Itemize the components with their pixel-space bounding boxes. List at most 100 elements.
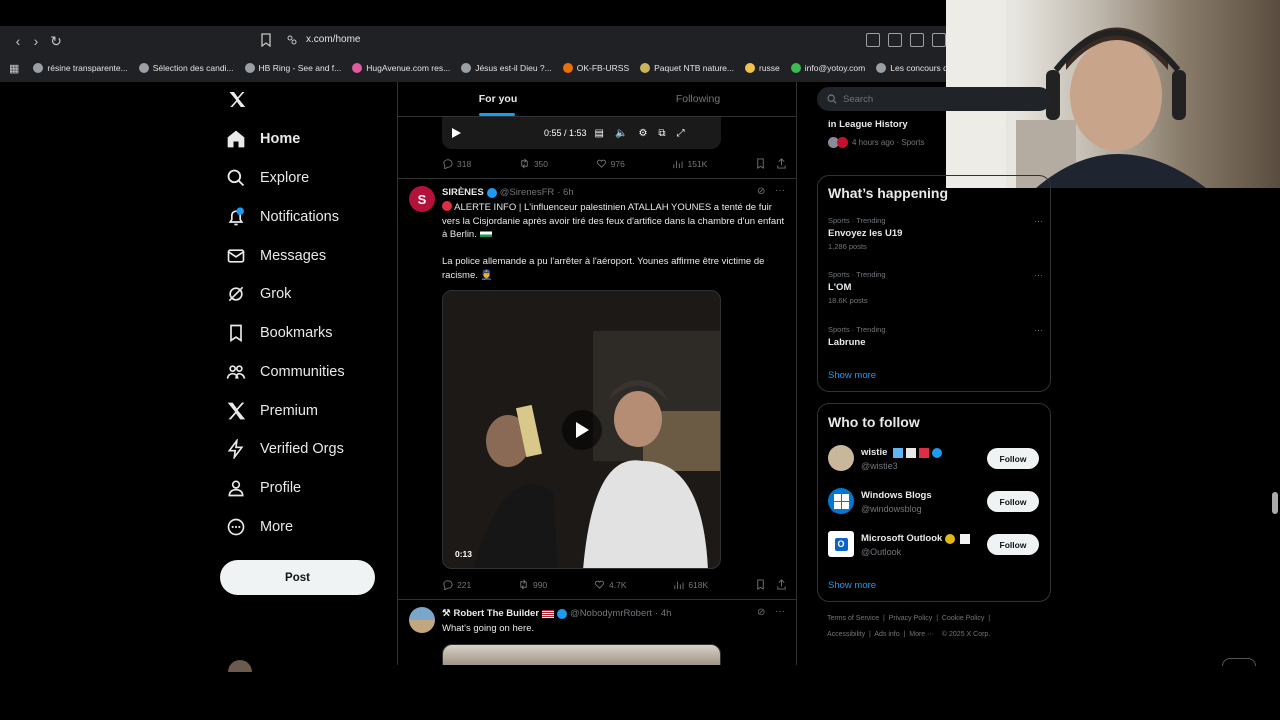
page-scrollbar[interactable]: [1272, 492, 1278, 514]
avatar[interactable]: S: [409, 186, 435, 212]
bookmark-item[interactable]: HB Ring - See and f...: [244, 63, 341, 73]
tweet-time[interactable]: · 4h: [655, 608, 671, 619]
bookmark-item[interactable]: HugAvenue.com res...: [352, 63, 450, 73]
more-options-icon[interactable]: ···: [1034, 325, 1043, 335]
sidebar-item-communities[interactable]: Communities: [226, 358, 345, 386]
show-more-link[interactable]: Show more: [828, 580, 876, 591]
footer-link[interactable]: More ···: [909, 631, 934, 638]
follow-button[interactable]: Follow: [987, 448, 1039, 469]
tweet-time[interactable]: · 6h: [557, 187, 573, 198]
author-handle[interactable]: @SirenesFR: [500, 187, 555, 198]
account-avatar[interactable]: [228, 660, 252, 672]
bookmark-icon[interactable]: [755, 158, 766, 169]
back-icon[interactable]: ‹: [10, 33, 26, 49]
reload-icon[interactable]: ↻: [48, 33, 64, 49]
translate-icon[interactable]: [888, 33, 902, 47]
user-name[interactable]: Windows Blogs: [861, 490, 932, 501]
apps-grid-icon[interactable]: ▦: [9, 62, 19, 75]
trend-item[interactable]: Sports · Trending L'OM 18.6K posts ···: [828, 270, 1043, 305]
search-input[interactable]: Search: [817, 87, 1051, 111]
user-name[interactable]: Microsoft Outlook: [861, 533, 942, 544]
footer-link[interactable]: Ads info: [874, 631, 899, 638]
follow-button[interactable]: Follow: [987, 491, 1039, 512]
cast-icon[interactable]: [866, 33, 880, 47]
bookmark-item[interactable]: résine transparente...: [33, 63, 128, 73]
trend-item[interactable]: Sports · Trending Envoyez les U19 1,286 …: [828, 216, 1043, 251]
share-icon[interactable]: [776, 158, 787, 169]
sidebar-item-bookmarks[interactable]: Bookmarks: [226, 319, 333, 347]
footer-link[interactable]: Terms of Service: [827, 615, 879, 622]
outlook-logo-icon[interactable]: O: [828, 531, 854, 557]
more-options-icon[interactable]: ···: [775, 606, 785, 617]
bookmark-item[interactable]: Jésus est-il Dieu ?...: [461, 63, 552, 73]
site-info-icon[interactable]: [286, 34, 298, 46]
share-icon[interactable]: [776, 579, 787, 590]
bookmark-item[interactable]: russe: [745, 63, 780, 73]
avatar[interactable]: [828, 445, 854, 471]
bookmark-item[interactable]: info@yotoy.com: [790, 63, 865, 73]
tab-for-you[interactable]: For you: [398, 82, 598, 116]
captions-icon[interactable]: ▤: [595, 128, 604, 139]
avatar[interactable]: [409, 607, 435, 633]
trend-item[interactable]: Sports · Trending Labrune ···: [828, 325, 1043, 348]
fullscreen-icon[interactable]: ⤢: [677, 128, 685, 139]
grok-icon[interactable]: ⊘: [757, 186, 765, 197]
author-name[interactable]: SIRÈNES: [442, 187, 484, 198]
windows-logo-icon[interactable]: [828, 488, 854, 514]
author-handle[interactable]: @NobodymrRobert: [570, 608, 652, 619]
bookmark-item[interactable]: OK-FB-URSS: [562, 63, 629, 73]
trend-snippet-title[interactable]: in League History: [828, 119, 908, 130]
repost-button[interactable]: 990: [518, 579, 547, 590]
sidebar-item-grok[interactable]: Grok: [226, 280, 291, 308]
more-options-icon[interactable]: ···: [775, 185, 785, 196]
messages-drawer-tab[interactable]: [1222, 658, 1256, 666]
address-bar[interactable]: x.com/home: [306, 34, 360, 45]
bookmark-page-icon[interactable]: [260, 33, 272, 47]
bookmark-item[interactable]: Sélection des candi...: [138, 63, 234, 73]
play-icon[interactable]: [450, 127, 462, 139]
footer-link[interactable]: Cookie Policy: [942, 615, 984, 622]
reply-button[interactable]: 318: [442, 158, 471, 169]
reply-button[interactable]: 221: [442, 579, 471, 590]
like-button[interactable]: 4.7K: [594, 579, 627, 590]
views-button[interactable]: 151K: [672, 158, 707, 169]
volume-icon[interactable]: 🔈: [615, 128, 627, 139]
user-handle[interactable]: @Outlook: [861, 547, 901, 557]
user-name[interactable]: wistie: [861, 447, 887, 458]
sidebar-item-profile[interactable]: Profile: [226, 474, 301, 502]
post-button[interactable]: Post: [220, 560, 375, 595]
user-handle[interactable]: @windowsblog: [861, 504, 922, 514]
views-button[interactable]: 618K: [673, 579, 708, 590]
cloud-icon[interactable]: [910, 33, 924, 47]
more-options-icon[interactable]: ···: [1034, 216, 1043, 226]
user-handle[interactable]: @wistie3: [861, 461, 898, 471]
bookmark-icon[interactable]: [755, 579, 766, 590]
share-icon[interactable]: [932, 33, 946, 47]
more-options-icon[interactable]: ···: [1034, 270, 1043, 280]
footer-link[interactable]: Accessibility: [827, 631, 865, 638]
sidebar-item-home[interactable]: Home: [226, 125, 300, 153]
grok-icon[interactable]: ⊘: [757, 607, 765, 618]
footer-link[interactable]: Privacy Policy: [889, 615, 933, 622]
like-button[interactable]: 976: [596, 158, 625, 169]
sidebar-item-explore[interactable]: Explore: [226, 164, 309, 192]
bookmark-item[interactable]: Paquet NTB nature...: [640, 63, 734, 73]
sidebar-item-notifications[interactable]: Notifications: [226, 203, 339, 231]
sidebar-item-messages[interactable]: Messages: [226, 242, 326, 270]
tweet-video[interactable]: 0:13: [442, 290, 721, 569]
repost-button[interactable]: 350: [519, 158, 548, 169]
sidebar-item-verified-orgs[interactable]: Verified Orgs: [226, 435, 344, 463]
tab-following[interactable]: Following: [598, 82, 796, 116]
show-more-link[interactable]: Show more: [828, 370, 876, 381]
tweet-image[interactable]: [442, 644, 721, 665]
sidebar-item-premium[interactable]: Premium: [226, 397, 318, 425]
play-button[interactable]: [562, 410, 602, 450]
pip-icon[interactable]: ⧉: [658, 128, 665, 139]
settings-icon[interactable]: ⚙: [638, 128, 647, 139]
forward-icon[interactable]: ›: [28, 33, 44, 49]
sidebar-item-more[interactable]: More: [226, 513, 293, 541]
follow-button[interactable]: Follow: [987, 534, 1039, 555]
x-logo-icon[interactable]: [228, 91, 246, 108]
top-video-player[interactable]: 0:55 / 1:53 ▤ 🔈 ⚙ ⧉ ⤢: [442, 117, 721, 149]
author-name[interactable]: Robert The Builder: [454, 608, 540, 619]
